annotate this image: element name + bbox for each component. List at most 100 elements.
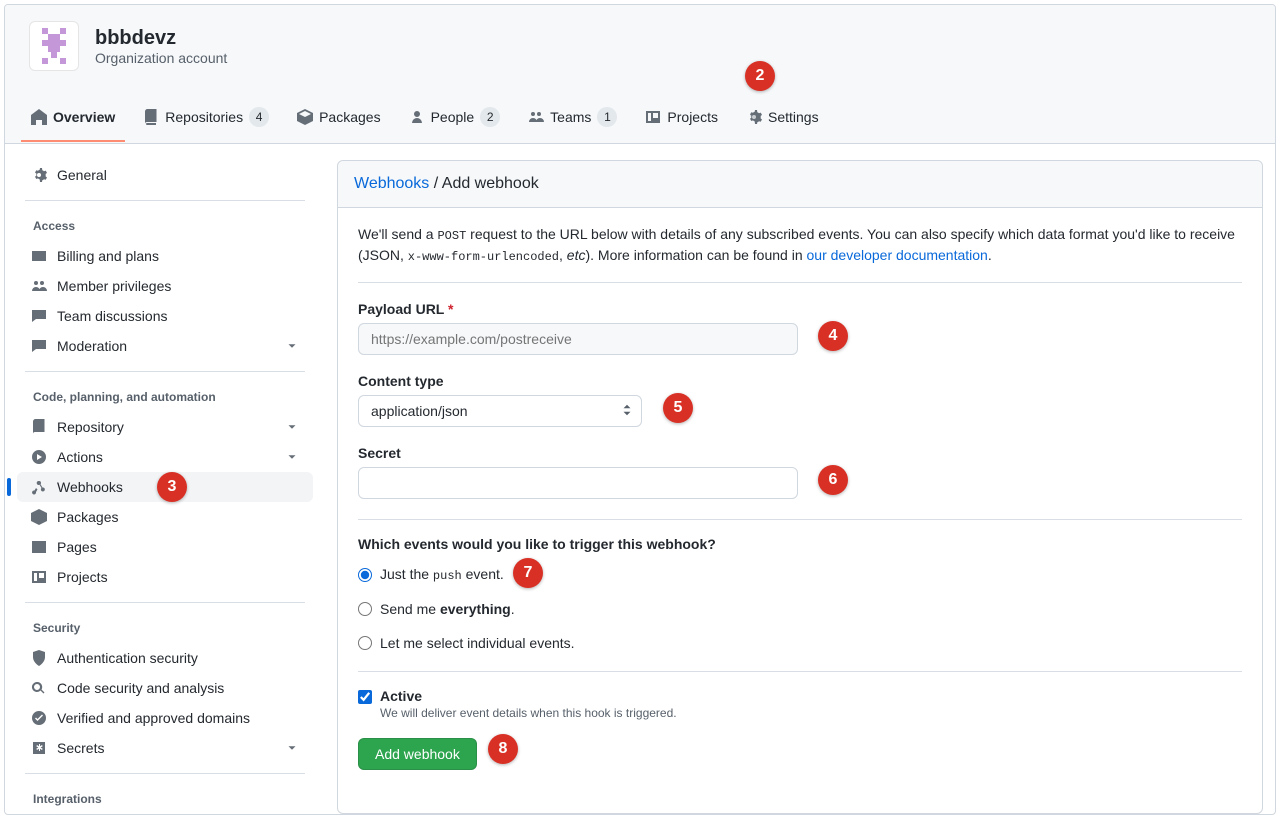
moderation-icon (31, 338, 47, 354)
event-option-push[interactable]: Just the push event. 7 (358, 566, 1242, 583)
breadcrumb-webhooks-link[interactable]: Webhooks (354, 175, 429, 192)
add-webhook-button[interactable]: Add webhook (358, 738, 477, 770)
org-avatar (29, 21, 79, 71)
sidebar-item-webhooks[interactable]: Webhooks 3 (17, 472, 313, 502)
comment-icon (31, 308, 47, 324)
sidebar-item-label: Projects (57, 569, 108, 585)
shield-icon (31, 650, 47, 666)
package-icon (297, 109, 313, 125)
payload-url-label: Payload URL * (358, 301, 1242, 317)
sidebar-group-access: Access (17, 211, 313, 241)
avatar-icon (36, 28, 72, 64)
sidebar-item-packages[interactable]: Packages (17, 502, 313, 532)
divider (25, 200, 305, 201)
settings-sidebar: General Access Billing and plans Member … (17, 160, 313, 814)
sidebar-item-pages[interactable]: Pages (17, 532, 313, 562)
tab-repositories[interactable]: Repositories 4 (133, 99, 279, 143)
callout-5: 5 (663, 393, 693, 423)
key-asterisk-icon (31, 740, 47, 756)
code-encoding: x-www-form-urlencoded (408, 250, 559, 264)
chevron-down-icon (285, 420, 299, 434)
webhook-icon (31, 479, 47, 495)
tab-teams[interactable]: Teams 1 (518, 99, 627, 143)
sidebar-item-label: Moderation (57, 338, 127, 354)
sidebar-item-secrets[interactable]: Secrets (17, 733, 313, 763)
content-type-select[interactable]: application/json (358, 395, 642, 427)
codescan-icon (31, 680, 47, 696)
sidebar-item-repository[interactable]: Repository (17, 412, 313, 442)
radio-push-label: Just the push event. (380, 566, 504, 583)
sidebar-group-integrations: Integrations (17, 784, 313, 814)
divider (358, 671, 1242, 672)
tab-projects[interactable]: Projects (635, 99, 728, 143)
org-subtitle: Organization account (95, 50, 227, 66)
person-icon (409, 109, 425, 125)
gear-icon (31, 167, 47, 183)
verified-icon (31, 710, 47, 726)
breadcrumb: Webhooks / Add webhook (338, 161, 1262, 208)
tab-repositories-label: Repositories (165, 109, 243, 125)
event-option-everything[interactable]: Send me everything. (358, 601, 1242, 617)
tab-people[interactable]: People 2 (399, 99, 511, 143)
sidebar-item-label: Webhooks (57, 479, 123, 495)
people-count: 2 (480, 107, 500, 127)
radio-push[interactable] (358, 568, 372, 582)
code-post: POST (437, 229, 466, 243)
callout-6: 6 (818, 465, 848, 495)
callout-7: 7 (513, 558, 543, 588)
sidebar-item-verified-domains[interactable]: Verified and approved domains (17, 703, 313, 733)
sidebar-item-label: Actions (57, 449, 103, 465)
page-header: bbbdevz Organization account Overview Re… (5, 5, 1275, 144)
radio-individual-label: Let me select individual events. (380, 635, 575, 651)
browser-icon (31, 539, 47, 555)
divider (358, 519, 1242, 520)
repo-icon (143, 109, 159, 125)
intro-text: We'll send a POST request to the URL bel… (358, 224, 1242, 283)
radio-individual[interactable] (358, 636, 372, 650)
event-option-individual[interactable]: Let me select individual events. (358, 635, 1242, 651)
sidebar-item-label: General (57, 167, 107, 183)
secret-input[interactable] (358, 467, 798, 499)
main-content: Webhooks / Add webhook We'll send a POST… (337, 160, 1263, 814)
callout-3: 3 (157, 472, 187, 502)
sidebar-item-label: Verified and approved domains (57, 710, 250, 726)
payload-url-input[interactable] (358, 323, 798, 355)
sidebar-item-moderation[interactable]: Moderation (17, 331, 313, 361)
callout-8: 8 (488, 734, 518, 764)
gear-icon (746, 109, 762, 125)
sidebar-item-member-privileges[interactable]: Member privileges (17, 271, 313, 301)
tab-settings[interactable]: Settings (736, 99, 829, 143)
people-icon (31, 278, 47, 294)
tab-overview[interactable]: Overview (21, 99, 125, 143)
sidebar-item-auth-security[interactable]: Authentication security (17, 643, 313, 673)
tab-teams-label: Teams (550, 109, 591, 125)
sidebar-item-label: Pages (57, 539, 97, 555)
radio-everything-label: Send me everything. (380, 601, 515, 617)
sidebar-item-label: Authentication security (57, 650, 198, 666)
chevron-down-icon (285, 450, 299, 464)
sidebar-item-billing[interactable]: Billing and plans (17, 241, 313, 271)
divider (25, 773, 305, 774)
sidebar-item-team-discussions[interactable]: Team discussions (17, 301, 313, 331)
chevron-down-icon (285, 741, 299, 755)
sidebar-item-actions[interactable]: Actions (17, 442, 313, 472)
sidebar-item-label: Packages (57, 509, 118, 525)
sidebar-item-projects[interactable]: Projects (17, 562, 313, 592)
sidebar-item-general[interactable]: General (17, 160, 313, 190)
active-checkbox[interactable] (358, 690, 372, 704)
repositories-count: 4 (249, 107, 269, 127)
repo-icon (31, 419, 47, 435)
radio-everything[interactable] (358, 602, 372, 616)
org-nav-tabs: Overview Repositories 4 Packages People … (5, 99, 1275, 143)
sidebar-item-label: Member privileges (57, 278, 171, 294)
tab-projects-label: Projects (667, 109, 718, 125)
active-label: Active (380, 688, 677, 704)
developer-docs-link[interactable]: our developer documentation (807, 247, 988, 263)
callout-2: 2 (745, 61, 775, 91)
sidebar-group-code: Code, planning, and automation (17, 382, 313, 412)
tab-packages[interactable]: Packages (287, 99, 390, 143)
callout-4: 4 (818, 321, 848, 351)
tab-people-label: People (431, 109, 475, 125)
sidebar-item-label: Repository (57, 419, 124, 435)
sidebar-item-code-security[interactable]: Code security and analysis (17, 673, 313, 703)
